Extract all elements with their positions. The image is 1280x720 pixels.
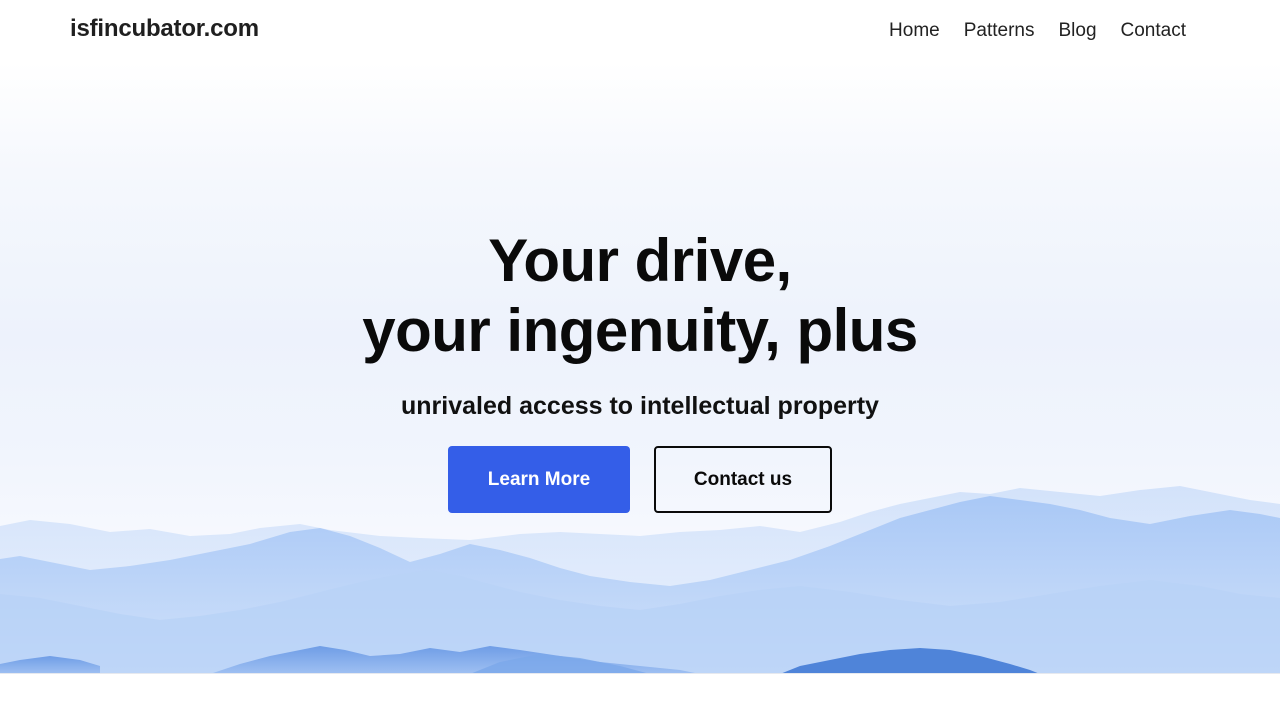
nav-blog[interactable]: Blog (1058, 19, 1096, 43)
hero-headline: Your drive, your ingenuity, plus (0, 226, 1280, 366)
section-divider (0, 673, 1280, 674)
hero-section: Your drive, your ingenuity, plus unrival… (0, 62, 1280, 674)
nav-contact[interactable]: Contact (1121, 19, 1186, 43)
hero-subheadline: unrivaled access to intellectual propert… (401, 392, 879, 420)
hero-headline-line2: your ingenuity, plus (362, 297, 918, 364)
main-nav: Home Patterns Blog Contact (889, 19, 1186, 43)
mountain-landscape-illustration (0, 486, 1280, 674)
contact-us-button[interactable]: Contact us (654, 446, 832, 513)
site-logo[interactable]: isfincubator.com (70, 15, 259, 43)
learn-more-button[interactable]: Learn More (448, 446, 630, 513)
site-header: isfincubator.com Home Patterns Blog Cont… (0, 0, 1280, 62)
page: isfincubator.com Home Patterns Blog Cont… (0, 0, 1280, 720)
hero-headline-line1: Your drive, (488, 227, 792, 294)
nav-patterns[interactable]: Patterns (964, 19, 1035, 43)
nav-home[interactable]: Home (889, 19, 940, 43)
